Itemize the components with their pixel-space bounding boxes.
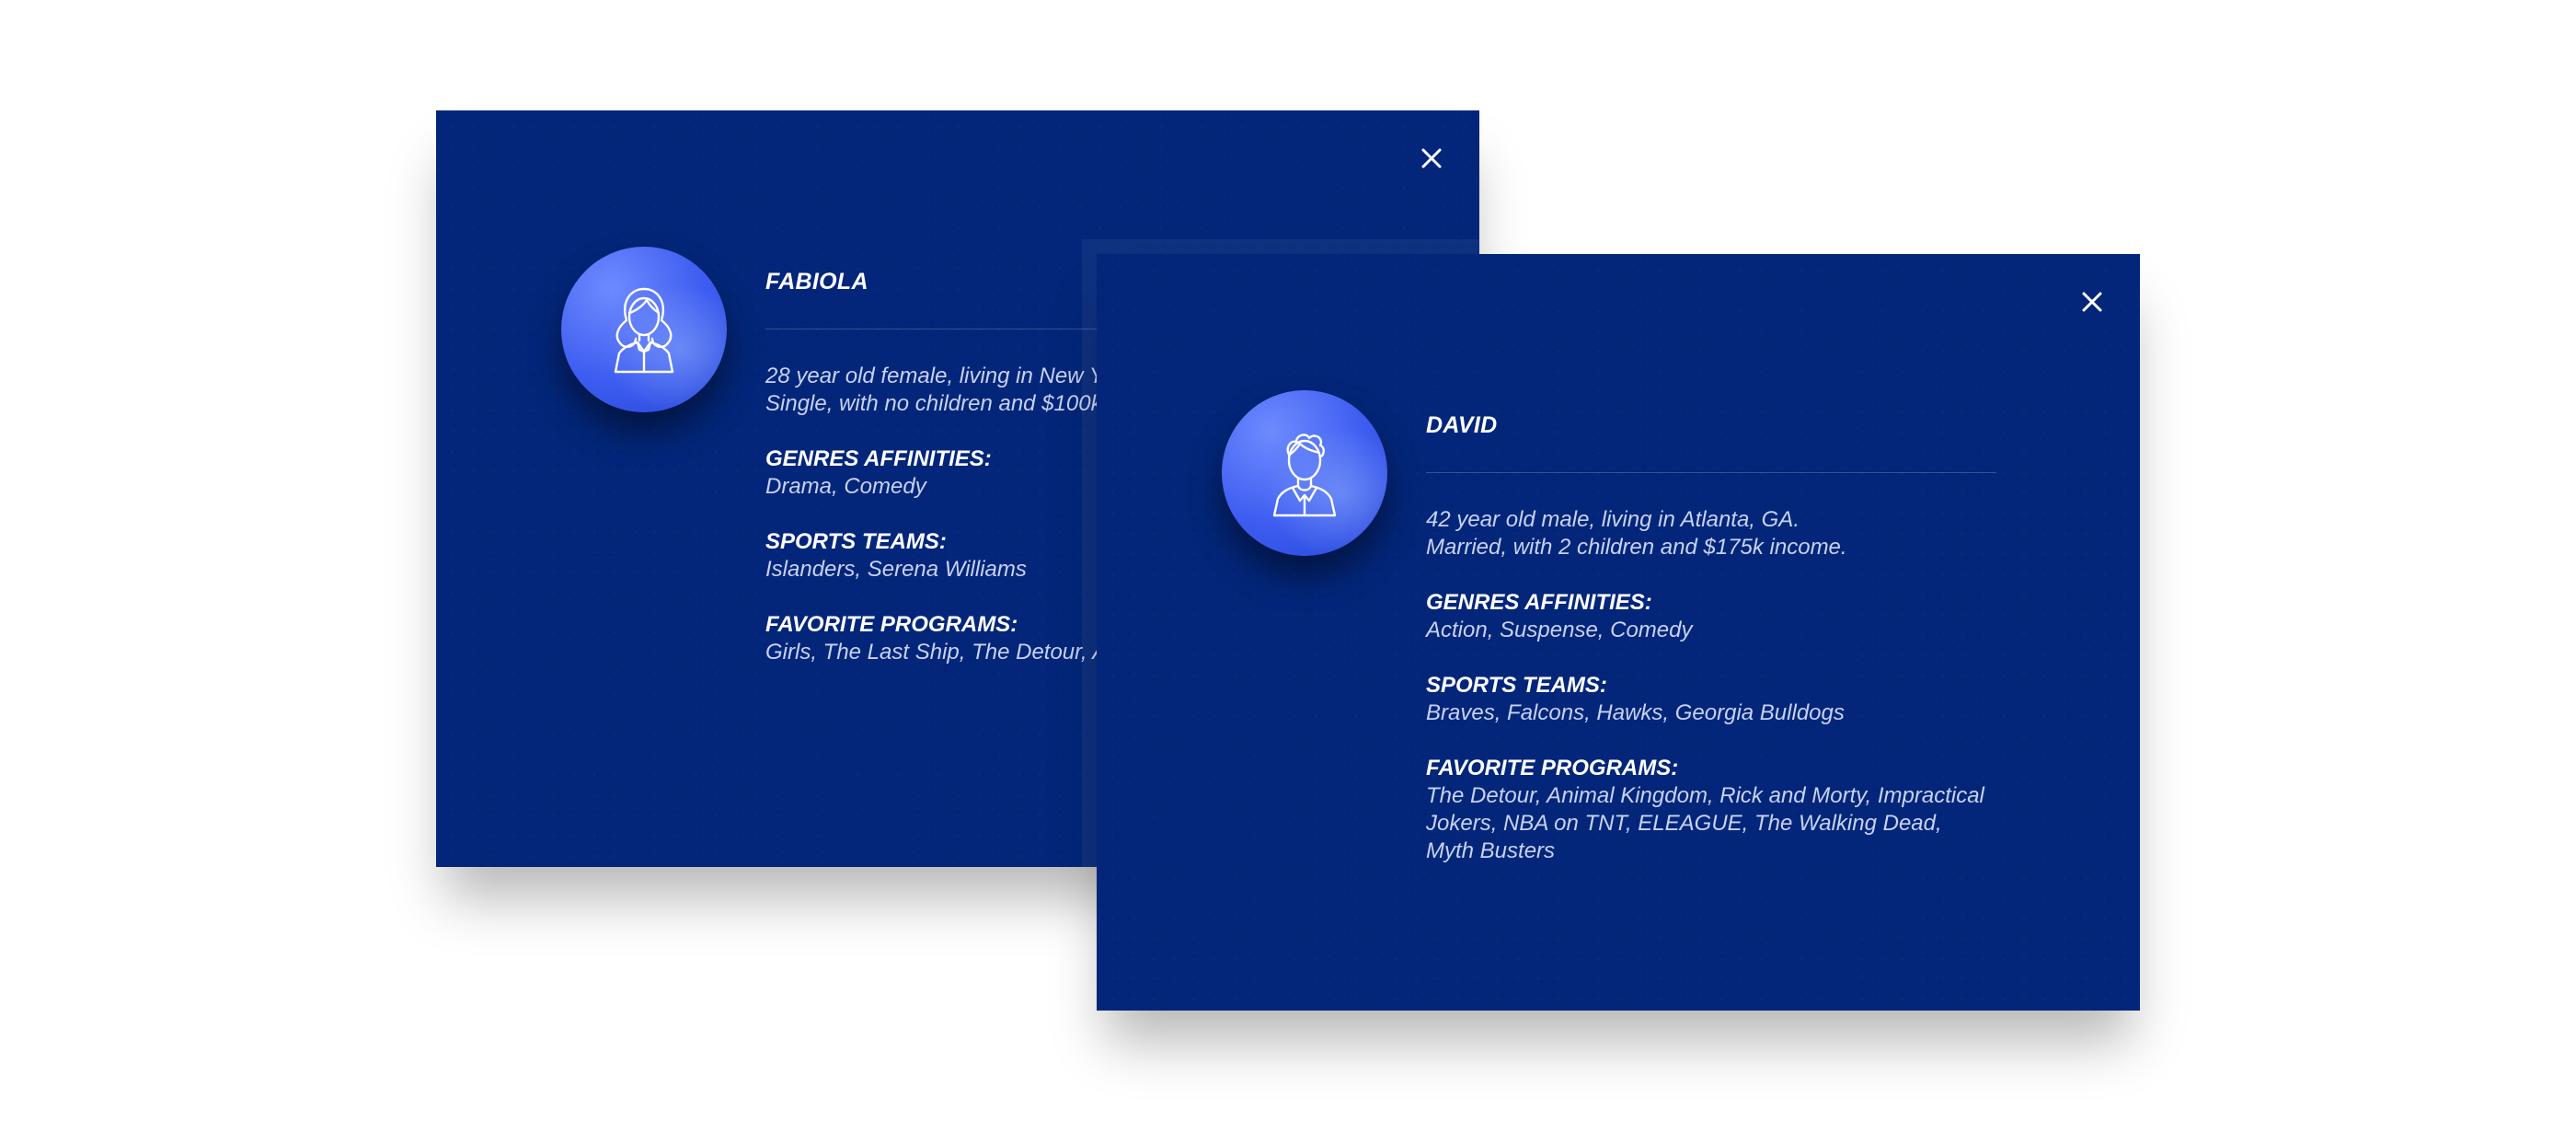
avatar	[561, 247, 727, 412]
sports-title: SPORTS TEAMS:	[1426, 673, 1607, 698]
genres-title: GENRES AFFINITIES:	[1426, 590, 1652, 615]
sports-section: SPORTS TEAMS: Braves, Falcons, Hawks, Ge…	[1426, 672, 1996, 727]
sports-value: Braves, Falcons, Hawks, Georgia Bulldogs	[1426, 699, 1996, 727]
profile-card-david: DAVID 42 year old male, living in Atlant…	[1097, 254, 2140, 1011]
close-icon[interactable]	[1411, 138, 1452, 179]
programs-title: FAVORITE PROGRAMS:	[1426, 756, 1679, 780]
programs-section: FAVORITE PROGRAMS: The Detour, Animal Ki…	[1426, 755, 1996, 865]
genres-line: Action, Suspense, Comedy	[1426, 618, 1693, 642]
genres-value: Action, Suspense, Comedy	[1426, 617, 1996, 644]
avatar	[1222, 390, 1387, 556]
sports-line: Braves, Falcons, Hawks, Georgia Bulldogs	[1426, 700, 1845, 725]
programs-line: The Detour, Animal Kingdom, Rick and Mor…	[1426, 783, 1984, 808]
programs-line: Jokers, NBA on TNT, ELEAGUE, The Walking…	[1426, 811, 1942, 836]
profile-bio: 42 year old male, living in Atlanta, GA.…	[1426, 506, 1996, 561]
programs-value: The Detour, Animal Kingdom, Rick and Mor…	[1426, 782, 1996, 865]
profile-name: DAVID	[1426, 412, 1498, 438]
profile-details: DAVID 42 year old male, living in Atlant…	[1426, 412, 1996, 865]
programs-line: Myth Busters	[1426, 838, 1556, 863]
bio-line: Married, with 2 children and $175k incom…	[1426, 535, 1847, 560]
bio-line: 42 year old male, living in Atlanta, GA.	[1426, 507, 1800, 532]
genres-section: GENRES AFFINITIES: Action, Suspense, Com…	[1426, 589, 1996, 644]
female-user-icon	[614, 287, 674, 374]
close-icon[interactable]	[2072, 282, 2112, 322]
divider	[1426, 472, 1996, 473]
male-user-icon	[1272, 433, 1337, 517]
